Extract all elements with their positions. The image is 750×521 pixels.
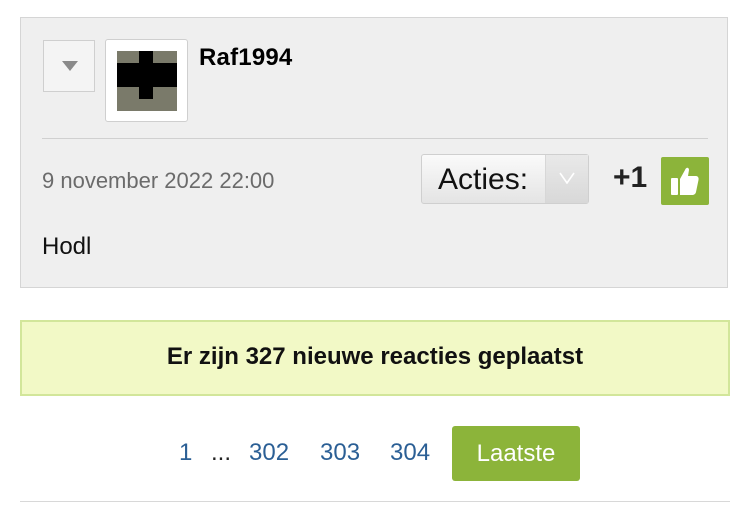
page-link[interactable]: 302 [249, 439, 289, 467]
like-button[interactable] [661, 157, 709, 205]
chevron-down-icon [559, 172, 575, 184]
page-link-first[interactable]: 1 [179, 439, 192, 467]
post-timestamp: 9 november 2022 22:00 [42, 168, 275, 193]
post-menu-toggle-button[interactable] [43, 40, 95, 92]
post-card: Raf1994 9 november 2022 22:00 Acties: +1… [20, 17, 728, 288]
like-count: +1 [613, 161, 648, 194]
actions-dropdown-arrow[interactable] [545, 155, 588, 203]
post-body: Hodl [42, 233, 92, 260]
avatar-image [117, 51, 177, 111]
caret-down-icon [62, 61, 78, 71]
last-page-button[interactable]: Laatste [452, 426, 580, 481]
post-username[interactable]: Raf1994 [199, 44, 292, 72]
pagination-ellipsis: ... [211, 439, 232, 466]
new-replies-notice[interactable]: Er zijn 327 nieuwe reacties geplaatst [20, 320, 730, 396]
actions-dropdown[interactable]: Acties: [421, 154, 589, 204]
actions-dropdown-label: Acties: [438, 163, 529, 196]
thumbs-up-icon [671, 167, 699, 195]
avatar[interactable] [105, 39, 188, 122]
post-header-divider [42, 138, 708, 139]
pagination: 1 ... 302 303 304 Laatste [0, 426, 750, 482]
page-link[interactable]: 304 [390, 439, 430, 467]
page-link[interactable]: 303 [320, 439, 360, 467]
bottom-divider [20, 501, 730, 502]
